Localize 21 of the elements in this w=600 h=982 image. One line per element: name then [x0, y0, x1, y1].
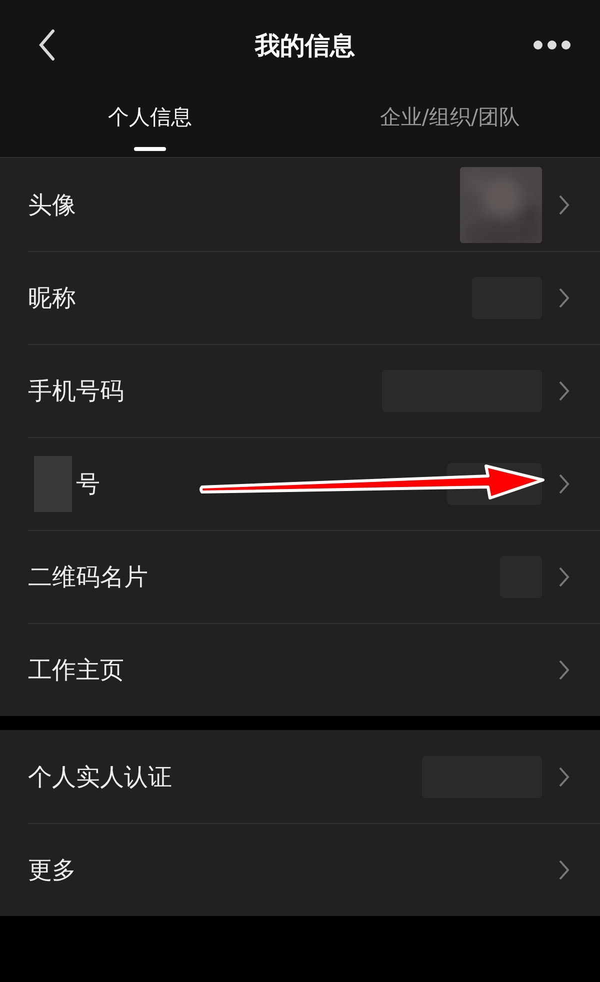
- row-label: 工作主页: [28, 655, 124, 686]
- chevron-right-icon[interactable]: [558, 859, 570, 881]
- chevron-right-icon[interactable]: [558, 287, 570, 309]
- row-label: 二维码名片: [28, 562, 148, 593]
- chevron-right-icon[interactable]: [558, 473, 570, 495]
- tab[interactable]: 企业/组织/团队: [300, 90, 600, 157]
- row-label: 更多: [28, 855, 76, 886]
- row-label: 头像: [28, 190, 76, 220]
- page-title: 我的信息: [255, 30, 355, 62]
- tab[interactable]: 个人信息: [0, 90, 300, 157]
- chevron-right-icon[interactable]: [558, 766, 570, 788]
- more-icon[interactable]: [532, 39, 572, 51]
- chevron-right-icon[interactable]: [558, 659, 570, 681]
- row-label: 个人实人认证: [28, 762, 172, 792]
- chevron-right-icon[interactable]: [558, 566, 570, 588]
- chevron-right-icon[interactable]: [558, 380, 570, 402]
- row-label: 昵称: [28, 283, 76, 314]
- row-label: 手机号码: [28, 376, 124, 407]
- chevron-right-icon[interactable]: [558, 194, 570, 216]
- row-label: 号: [76, 469, 100, 500]
- back-icon[interactable]: [38, 29, 56, 61]
